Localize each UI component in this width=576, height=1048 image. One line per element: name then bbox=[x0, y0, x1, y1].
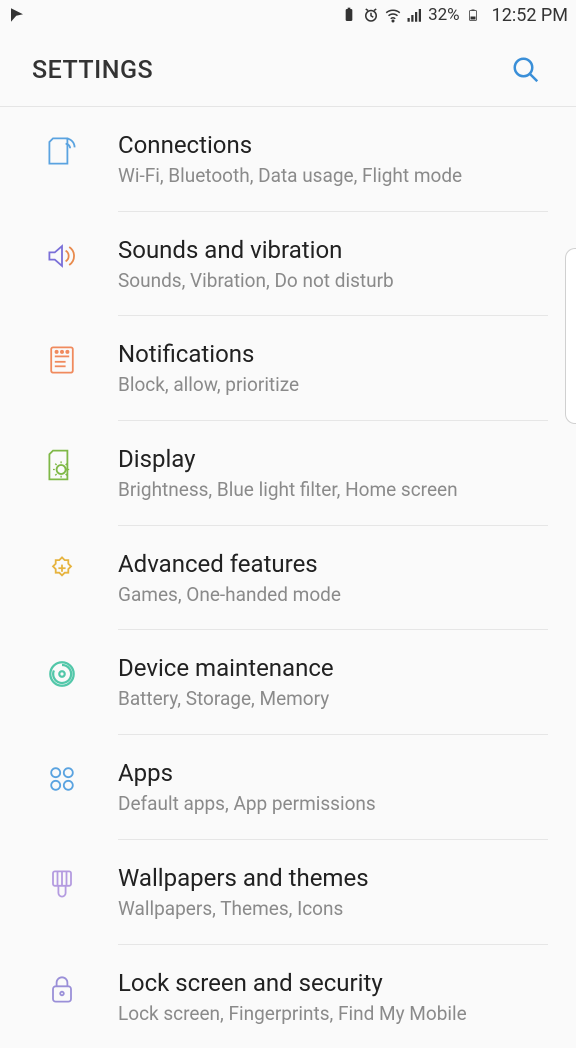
settings-item-apps[interactable]: Apps Default apps, App permissions bbox=[0, 735, 576, 839]
item-subtitle: Block, allow, prioritize bbox=[118, 373, 544, 398]
sounds-icon bbox=[40, 234, 84, 278]
battery-percent: 32% bbox=[428, 5, 460, 25]
maintenance-icon bbox=[40, 652, 84, 696]
settings-list: Connections Wi-Fi, Bluetooth, Data usage… bbox=[0, 107, 576, 1048]
item-title: Sounds and vibration bbox=[118, 235, 544, 265]
item-title: Display bbox=[118, 444, 544, 474]
signal-icon bbox=[406, 6, 424, 24]
settings-item-maintenance[interactable]: Device maintenance Battery, Storage, Mem… bbox=[0, 630, 576, 734]
item-subtitle: Games, One-handed mode bbox=[118, 583, 544, 608]
item-title: Connections bbox=[118, 130, 544, 160]
lock-icon bbox=[40, 967, 84, 1011]
item-title: Wallpapers and themes bbox=[118, 863, 544, 893]
battery-icon bbox=[464, 6, 482, 24]
item-subtitle: Wi-Fi, Bluetooth, Data usage, Flight mod… bbox=[118, 164, 544, 189]
item-title: Notifications bbox=[118, 339, 544, 369]
display-icon bbox=[40, 443, 84, 487]
alarm-icon bbox=[362, 6, 380, 24]
app-notification-icon bbox=[8, 6, 26, 24]
connections-icon bbox=[40, 129, 84, 173]
status-bar: 32% 12:52 PM bbox=[0, 0, 576, 30]
item-subtitle: Battery, Storage, Memory bbox=[118, 687, 544, 712]
apps-icon bbox=[40, 757, 84, 801]
item-subtitle: Lock screen, Fingerprints, Find My Mobil… bbox=[118, 1002, 544, 1027]
item-title: Lock screen and security bbox=[118, 968, 544, 998]
item-title: Apps bbox=[118, 758, 544, 788]
settings-item-lockscreen[interactable]: Lock screen and security Lock screen, Fi… bbox=[0, 945, 576, 1048]
item-subtitle: Sounds, Vibration, Do not disturb bbox=[118, 269, 544, 294]
page-title: SETTINGS bbox=[32, 56, 153, 85]
wallpapers-icon bbox=[40, 862, 84, 906]
notifications-icon bbox=[40, 338, 84, 382]
item-title: Advanced features bbox=[118, 549, 544, 579]
search-button[interactable] bbox=[508, 52, 544, 88]
item-subtitle: Brightness, Blue light filter, Home scre… bbox=[118, 478, 544, 503]
settings-item-notifications[interactable]: Notifications Block, allow, prioritize bbox=[0, 316, 576, 420]
settings-header: SETTINGS bbox=[0, 30, 576, 107]
battery-saver-icon bbox=[340, 6, 358, 24]
settings-item-connections[interactable]: Connections Wi-Fi, Bluetooth, Data usage… bbox=[0, 107, 576, 211]
item-title: Device maintenance bbox=[118, 653, 544, 683]
search-icon bbox=[511, 55, 541, 85]
wifi-icon bbox=[384, 6, 402, 24]
clock-time: 12:52 PM bbox=[492, 5, 568, 26]
edge-panel-handle[interactable] bbox=[565, 248, 576, 424]
item-subtitle: Wallpapers, Themes, Icons bbox=[118, 897, 544, 922]
settings-item-sounds[interactable]: Sounds and vibration Sounds, Vibration, … bbox=[0, 212, 576, 316]
advanced-icon bbox=[40, 548, 84, 592]
settings-item-advanced[interactable]: Advanced features Games, One-handed mode bbox=[0, 526, 576, 630]
item-subtitle: Default apps, App permissions bbox=[118, 792, 544, 817]
settings-item-wallpapers[interactable]: Wallpapers and themes Wallpapers, Themes… bbox=[0, 840, 576, 944]
settings-item-display[interactable]: Display Brightness, Blue light filter, H… bbox=[0, 421, 576, 525]
